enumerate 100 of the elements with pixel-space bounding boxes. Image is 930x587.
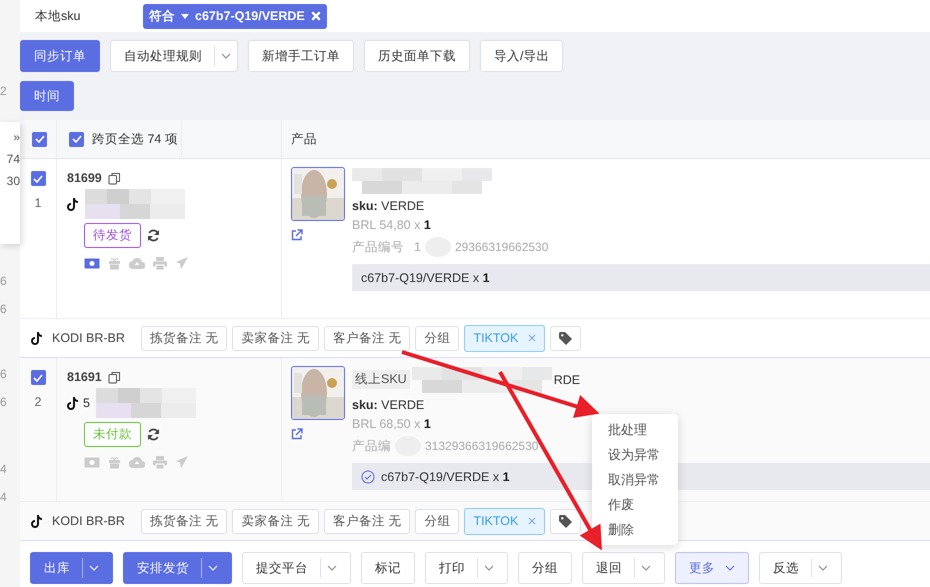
money-icon[interactable] — [84, 258, 100, 268]
store-name: KODI BR-BR — [52, 331, 126, 345]
tiktok-icon — [31, 514, 43, 528]
tag-icon — [559, 514, 572, 528]
caret-icon — [181, 14, 189, 18]
status-tag: 待发货 — [84, 223, 141, 248]
product-number-label: 产品编号 — [352, 238, 404, 256]
caret-icon[interactable] — [484, 565, 494, 571]
action-button[interactable]: 退回 — [582, 552, 665, 584]
status-tag: 未付款 — [84, 422, 141, 447]
action-button[interactable]: 打印 — [425, 552, 508, 584]
product-number: 31329366319662530 — [425, 439, 538, 453]
menu-item[interactable]: 删除 — [608, 520, 678, 539]
check-icon — [33, 174, 43, 182]
menu-item[interactable]: 设为异常 — [608, 445, 678, 464]
toolbar-button[interactable]: 同步订单 — [20, 40, 100, 72]
action-button[interactable]: 出库 — [30, 552, 113, 584]
price-text: BRL 54,80 x 1 — [352, 218, 431, 232]
action-button[interactable]: 分组 — [518, 552, 572, 584]
time-button[interactable]: 时间 — [20, 81, 74, 111]
platform-text: TIKTOK — [473, 331, 518, 345]
filter-tag[interactable]: 符合 c67b7-Q19/VERDE — [143, 4, 327, 28]
online-sku-value: RDE — [554, 372, 580, 386]
toolbar-button[interactable]: 历史面单下载 — [364, 40, 470, 72]
online-sku-label: 线上SKU — [352, 370, 410, 389]
rule-dropdown-button[interactable]: 自动处理规则 — [110, 40, 238, 72]
note-chip[interactable]: 卖家备注 无 — [232, 326, 319, 350]
note-chip[interactable]: 客户备注 无 — [324, 508, 410, 534]
check-icon — [33, 374, 43, 382]
action-button[interactable]: 更多 — [675, 552, 749, 584]
store-name: KODI BR-BR — [52, 514, 126, 528]
external-link-icon[interactable] — [291, 229, 303, 241]
platform-text: TIKTOK — [473, 514, 518, 528]
row-number: 1 — [34, 196, 42, 210]
order-number: 81699 — [67, 171, 102, 185]
product-number-prefix: 1 — [414, 240, 421, 254]
check-icon — [72, 135, 82, 143]
buyer-name: 5 — [83, 396, 90, 410]
row-checkbox[interactable] — [30, 171, 46, 186]
toolbar-button[interactable]: 新增手工订单 — [248, 40, 354, 72]
toolbar-button[interactable]: 导入/导出 — [480, 40, 564, 72]
cut-text: 4 — [0, 490, 7, 504]
group-chip[interactable]: 分组 — [415, 508, 460, 534]
column-header: 产品 — [291, 130, 317, 148]
copy-icon[interactable] — [108, 370, 121, 384]
cut-text: 4 — [0, 462, 7, 476]
menu-item[interactable]: 作废 — [608, 495, 678, 514]
action-button[interactable]: 标记 — [361, 552, 415, 584]
operator-dropdown[interactable]: 符合 — [149, 8, 175, 24]
caret-icon — [725, 565, 735, 571]
group-chip[interactable]: 分组 — [415, 326, 460, 350]
sku-text: sku: VERDE — [352, 199, 424, 213]
cut-text: 2 — [0, 84, 7, 98]
filter-label: 本地sku — [35, 8, 82, 24]
caret-icon[interactable] — [641, 565, 651, 571]
tiktok-icon — [67, 198, 79, 210]
select-all-label: 跨页全选 74 项 — [92, 130, 178, 148]
count-text: 74 — [6, 152, 20, 166]
tag-button[interactable] — [550, 508, 582, 534]
row-number: 2 — [34, 395, 42, 409]
tiktok-icon — [31, 332, 43, 344]
refresh-icon[interactable] — [147, 229, 160, 242]
cut-text: 6 — [0, 367, 7, 381]
copy-icon[interactable] — [108, 172, 121, 184]
expand-button[interactable]: » — [13, 130, 20, 144]
note-chip[interactable]: 拣货备注 无 — [141, 326, 228, 350]
note-chip[interactable]: 拣货备注 无 — [141, 508, 228, 534]
caret-icon — [221, 53, 231, 59]
close-icon[interactable] — [528, 334, 536, 342]
count-text: 30 — [6, 174, 20, 188]
refresh-icon[interactable] — [147, 428, 160, 441]
cut-text: 6 — [0, 302, 7, 316]
check-circle-icon — [361, 470, 375, 484]
caret-icon[interactable] — [327, 565, 337, 571]
mapping-text: c67b7-Q19/VERDE x 1 — [381, 470, 510, 484]
order-number: 81691 — [67, 370, 102, 384]
cross-page-checkbox[interactable] — [69, 132, 84, 146]
row-checkbox[interactable] — [30, 370, 46, 385]
note-chip[interactable]: 卖家备注 无 — [232, 508, 319, 534]
menu-item[interactable]: 取消异常 — [608, 470, 678, 489]
cut-text: 6 — [0, 395, 7, 409]
tiktok-icon — [67, 396, 79, 410]
menu-item[interactable]: 批处理 — [608, 420, 678, 439]
product-number: 29366319662530 — [454, 240, 548, 254]
tag-icon — [559, 332, 572, 344]
cut-text: 6 — [0, 274, 7, 288]
select-all-checkbox[interactable] — [32, 132, 47, 146]
tag-button[interactable] — [550, 326, 582, 350]
action-button[interactable]: 安排发货 — [123, 552, 232, 584]
product-number-label: 产品编 — [352, 438, 391, 454]
caret-icon[interactable] — [818, 565, 828, 571]
mapping-text: c67b7-Q19/VERDE x 1 — [361, 270, 490, 284]
note-chip[interactable]: 客户备注 无 — [324, 326, 410, 350]
close-icon[interactable] — [528, 517, 536, 525]
external-link-icon[interactable] — [291, 428, 303, 440]
action-button[interactable]: 提交平台 — [242, 552, 351, 584]
sku-text: sku: VERDE — [352, 398, 424, 412]
price-text: BRL 68,50 x 1 — [352, 417, 431, 431]
action-button[interactable]: 反选 — [759, 552, 842, 584]
filter-value: c67b7-Q19/VERDE — [195, 9, 305, 23]
